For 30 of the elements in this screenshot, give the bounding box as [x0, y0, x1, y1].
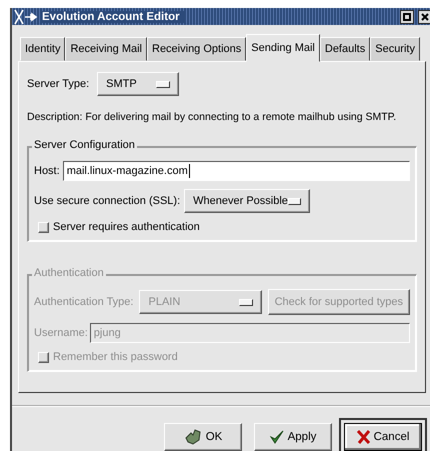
description-text: Description: For delivering mail by connecting to a remote mailhub using SMTP. [27, 110, 396, 124]
close-icon [421, 12, 429, 20]
x-icon [356, 430, 370, 444]
frame-title: Server Configuration [32, 139, 137, 151]
tab[interactable]: Receiving Mail [65, 37, 147, 61]
apply-button[interactable]: Apply [254, 423, 332, 451]
tab[interactable]: Receiving Options [147, 37, 246, 61]
checkbox-label: Server requires authentication [53, 221, 200, 233]
tab[interactable]: Defaults [320, 37, 370, 61]
ok-button[interactable]: OK [164, 423, 242, 451]
check-icon [270, 430, 284, 444]
checkbox-label: Remember this password [53, 351, 178, 363]
maximize-button[interactable] [400, 10, 414, 24]
maximize-icon [403, 12, 411, 20]
ssl-label: Use secure connection (SSL): [34, 195, 180, 207]
x-logo-icon [14, 8, 38, 24]
window-title: Evolution Account Editor [42, 10, 186, 22]
ssl-dropdown[interactable]: Whenever Possible [184, 189, 310, 213]
server-type-dropdown[interactable]: SMTP [97, 72, 180, 96]
auth-type-label: Authentication Type: [34, 296, 134, 308]
username-label: Username: [34, 327, 88, 339]
host-label: Host: [34, 165, 60, 177]
checkbox[interactable] [38, 222, 49, 232]
frame-title: Authentication [32, 267, 106, 279]
server-type-label: Server Type: [27, 78, 90, 90]
host-input[interactable]: mail.linux-magazine.com [62, 161, 410, 181]
tab[interactable]: Identity [20, 37, 66, 61]
close-button[interactable] [418, 10, 430, 24]
tab[interactable]: Security [370, 37, 420, 61]
tab[interactable]: Sending Mail [246, 34, 320, 62]
